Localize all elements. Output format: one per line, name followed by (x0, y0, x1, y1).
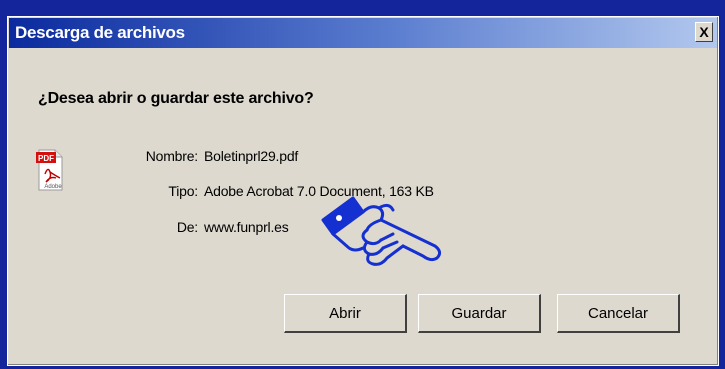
cancel-button-label: Cancelar (587, 304, 649, 322)
adobe-brand-text: Adobe (44, 184, 62, 190)
close-button[interactable]: X (695, 22, 713, 42)
cancel-button[interactable]: Cancelar (557, 294, 680, 333)
save-button[interactable]: Guardar (418, 294, 541, 333)
file-name-value: Boletinprl29.pdf (204, 148, 299, 164)
title-bar[interactable]: Descarga de archivos X (9, 18, 717, 48)
save-button-label: Guardar (451, 304, 507, 322)
window-title: Descarga de archivos (15, 23, 185, 42)
pdf-badge-text: PDF (38, 154, 54, 163)
file-source-value: www.funprl.es (204, 219, 289, 235)
pointing-hand-icon (319, 190, 451, 277)
file-name-label: Nombre: (145, 148, 198, 164)
file-source-label: De: (176, 219, 198, 235)
open-button[interactable]: Abrir (284, 294, 407, 333)
pdf-file-icon: PDF Adobe (36, 148, 64, 197)
question-text: ¿Desea abrir o guardar este archivo? (38, 90, 314, 107)
open-button-label: Abrir (329, 304, 361, 322)
file-type-label: Tipo: (168, 183, 198, 199)
close-icon: X (699, 24, 709, 40)
